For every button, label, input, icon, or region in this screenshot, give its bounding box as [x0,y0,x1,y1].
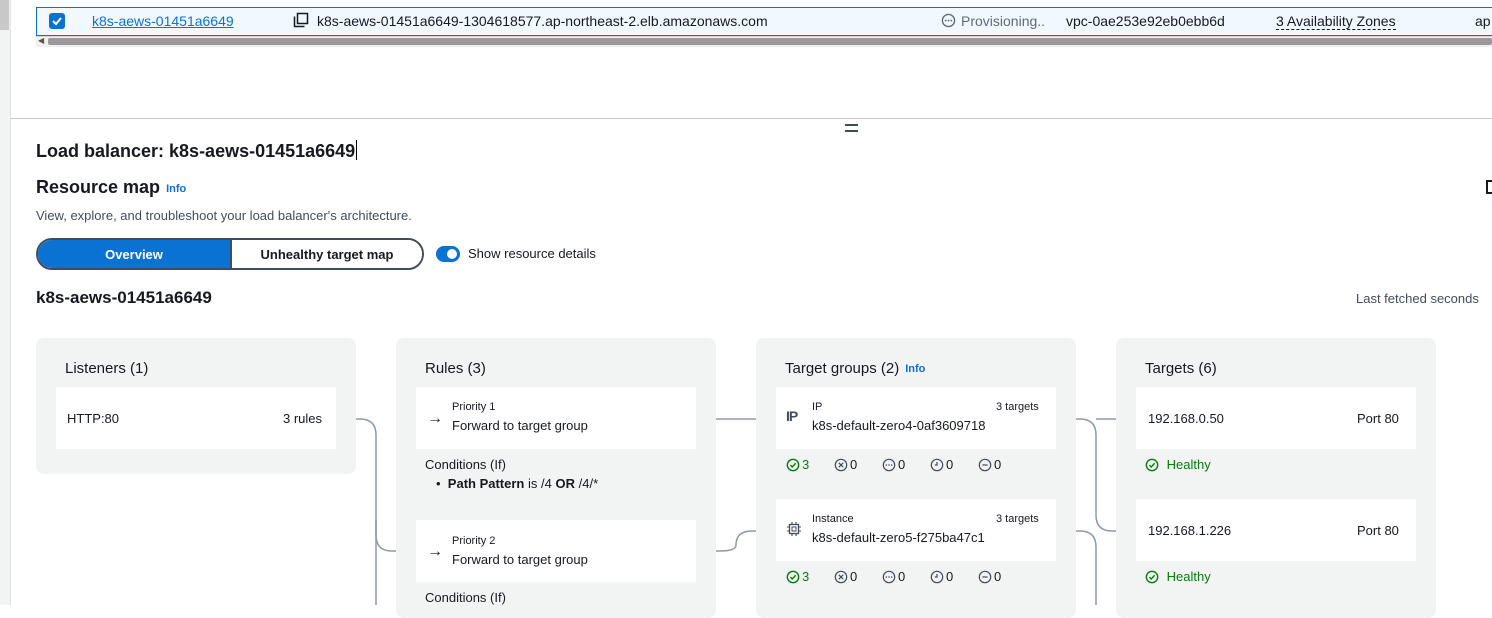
listeners-title: Listeners (1) [65,360,149,377]
rule-condition: • Path Pattern is /4 OR /4/* [436,476,598,491]
rule-priority: Priority 2 [452,535,496,547]
condition-value-1: /4 [541,476,552,491]
ip-type-icon: IP [786,408,798,424]
rule-conditions-label: Conditions (If) [425,457,506,472]
rule-card[interactable] [416,520,696,582]
target-group-count: 3 targets [996,513,1039,525]
listener-protocol: HTTP:80 [67,411,120,426]
unused-icon [882,458,896,471]
rule-conditions-label: Conditions (If) [425,590,506,605]
condition-is: is [528,476,538,491]
info-link[interactable]: Info [905,363,925,375]
target-group-count: 3 targets [996,401,1039,413]
target-group-name: k8s-default-zero4-0af3609718 [812,418,986,433]
condition-value-2: /4/* [578,476,599,491]
unused-count: 0 [882,457,905,472]
target-ip: 192.168.0.50 [1148,411,1224,426]
target-group-name: k8s-default-zero5-f275ba47c1 [812,530,985,545]
rule-priority: Priority 1 [452,401,496,413]
rule-action: Forward to target group [452,552,588,567]
target-groups-title-text: Target groups (2) [785,360,900,377]
listener-rules-count: 3 rules [283,411,323,426]
unhealthy-icon [834,570,848,583]
clock-icon [930,570,944,583]
bullet-icon: • [436,476,441,491]
target-group-type: Instance [812,513,854,525]
draining-icon [978,570,992,583]
target-port: Port 80 [1357,523,1399,538]
healthy-icon [1145,570,1159,583]
unused-count: 0 [882,569,905,584]
unhealthy-icon [834,458,848,471]
initial-count: 0 [930,569,953,584]
unhealthy-count: 0 [834,457,857,472]
arrow-right-icon: → [427,543,443,560]
target-groups-title: Target groups (2) Info [785,360,925,377]
target-group-type: IP [812,401,823,413]
draining-count: 0 [978,457,1001,472]
target-health: Healthy [1145,569,1211,584]
draining-count: 0 [978,569,1001,584]
healthy-icon [1145,458,1159,471]
healthy-icon [786,458,800,471]
arrow-right-icon: → [427,410,443,427]
condition-operator: OR [555,476,575,491]
targets-title: Targets (6) [1145,360,1217,377]
target-port: Port 80 [1357,411,1399,426]
rules-title: Rules (3) [425,360,486,377]
instance-chip-icon [786,521,802,540]
unhealthy-count: 0 [834,569,857,584]
rule-action: Forward to target group [452,418,588,433]
healthy-count: 3 [786,569,809,584]
healthy-count: 3 [786,457,809,472]
target-health: Healthy [1145,457,1211,472]
initial-count: 0 [930,457,953,472]
draining-icon [978,458,992,471]
healthy-icon [786,570,800,583]
unused-icon [882,570,896,583]
target-ip: 192.168.1.226 [1148,523,1232,538]
clock-icon [930,458,944,471]
condition-key: Path Pattern [447,476,525,491]
